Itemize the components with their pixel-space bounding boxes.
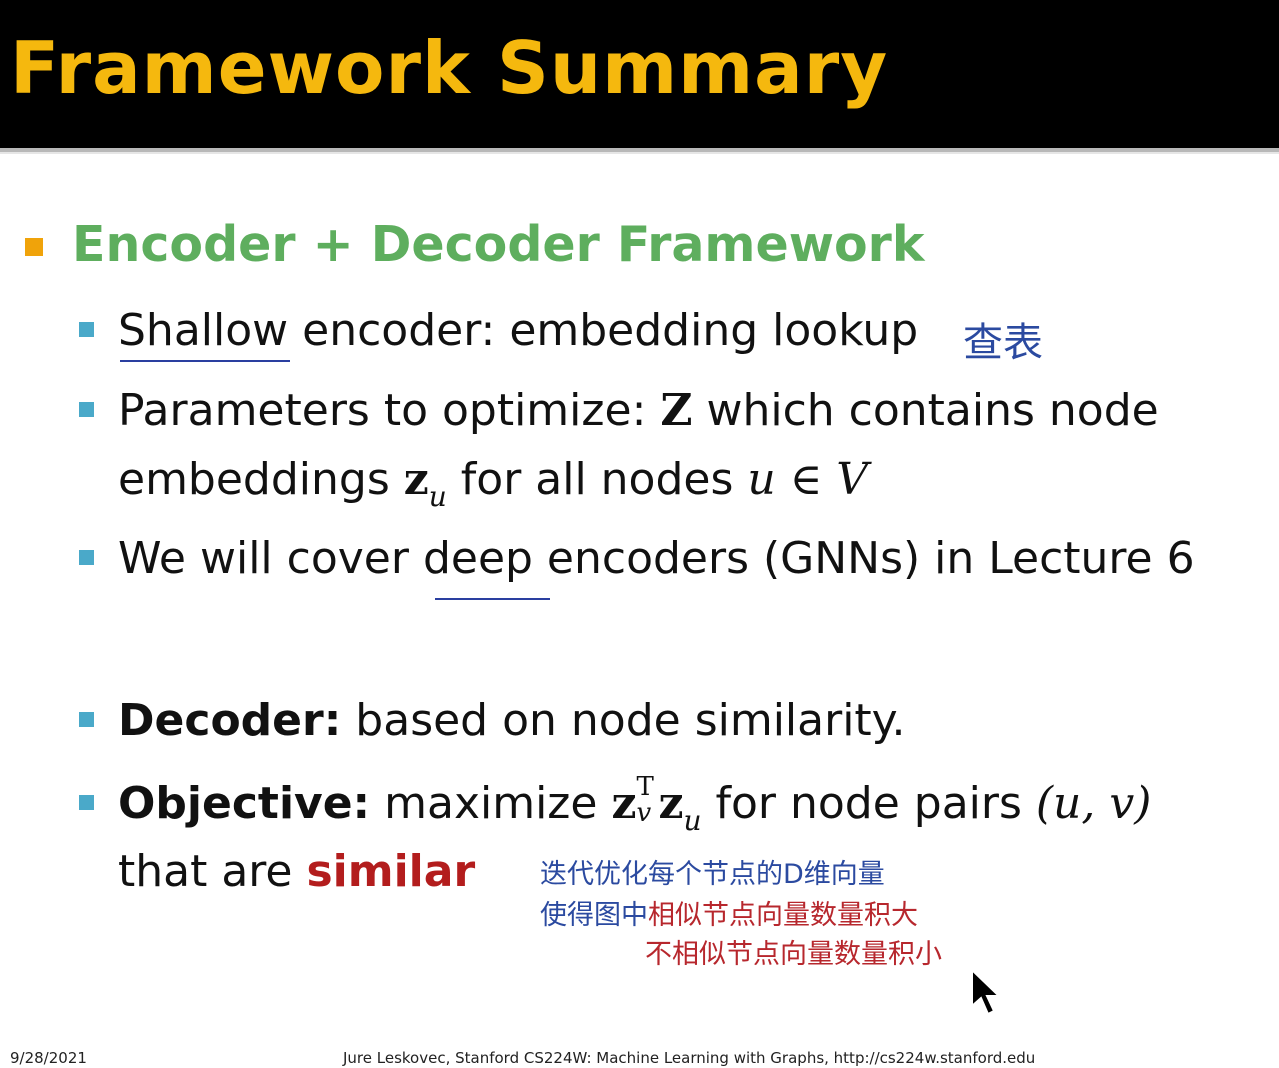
maximize-text: maximize [370,778,612,829]
level2-bullet-icon [79,550,94,565]
annotation-line2-red: 相似节点向量数量积大 [648,900,918,931]
all-nodes-text: for all nodes [446,454,748,505]
annotation-lookup: 查表 [963,320,1043,366]
subscript-u: u [683,804,702,837]
annotation-line1: 迭代优化每个节点的D维向量 [540,859,885,890]
level2-bullet-icon [79,795,94,810]
subscript-v: v [636,798,652,828]
section-heading: Encoder + Decoder Framework [72,216,925,273]
subscript-u: u [428,480,447,513]
embeddings-text: embeddings [118,454,404,505]
annotation-line3: 不相似节点向量数量积小 [645,939,942,970]
element-of: ∈ [775,454,837,505]
var-V: V [836,454,869,505]
title-bar: Framework Summary [0,0,1279,148]
transpose-subscript: Tv [636,772,658,828]
level1-bullet-icon [25,238,43,256]
vector-z: z [403,454,429,505]
level2-bullet-icon [79,712,94,727]
bullet-shallow-encoder: Shallow encoder: embedding lookup [118,305,918,356]
footer-date: 9/28/2021 [10,1049,87,1067]
bullet-decoder: Decoder: based on node similarity. [118,695,905,746]
shallow-rest: encoder: embedding lookup [288,305,919,356]
annotation-line2-blue: 使得图中 [540,900,648,931]
shallow-word: Shallow [118,305,289,356]
params-rest: which contains node [692,385,1159,436]
vector-z-v: z [611,778,637,829]
handwritten-underline-deep [435,598,550,600]
bullet-parameters-line1: Parameters to optimize: Z which contains… [118,385,1159,436]
level2-bullet-icon [79,322,94,337]
deep-post: encoders (GNNs) in Lecture 6 [532,533,1195,584]
pair-uv: (u, v) [1035,778,1152,829]
bullet-parameters-line2: embeddings zu for all nodes u ∈ V [118,454,868,513]
node-pairs-text: for node pairs [701,778,1036,829]
params-text: Parameters to optimize: [118,385,661,436]
decoder-label: Decoder: [118,695,342,746]
that-are-text: that are [118,846,307,897]
deep-word: deep [422,533,533,584]
bullet-objective-line1: Objective: maximize z Tv zu for node pairs… [118,772,1152,837]
var-u: u [747,454,776,505]
matrix-Z: Z [660,385,693,436]
mouse-pointer-icon [971,968,1002,1016]
bullet-objective-line2: that are similar [118,846,475,897]
slide-title: Framework Summary [10,26,889,110]
annotation-line2: 使得图中相似节点向量数量积大 [540,893,918,932]
title-divider-light [0,152,1279,154]
footer-credit: Jure Leskovec, Stanford CS224W: Machine … [343,1049,1036,1067]
similar-word: similar [306,846,476,897]
vector-z-u: z [658,778,684,829]
objective-label: Objective: [118,778,371,829]
level2-bullet-icon [79,402,94,417]
deep-pre: We will cover [118,533,423,584]
bullet-deep-encoders: We will cover deep encoders (GNNs) in Le… [118,533,1195,584]
handwritten-underline-shallow [120,360,290,362]
decoder-rest: based on node similarity. [341,695,906,746]
